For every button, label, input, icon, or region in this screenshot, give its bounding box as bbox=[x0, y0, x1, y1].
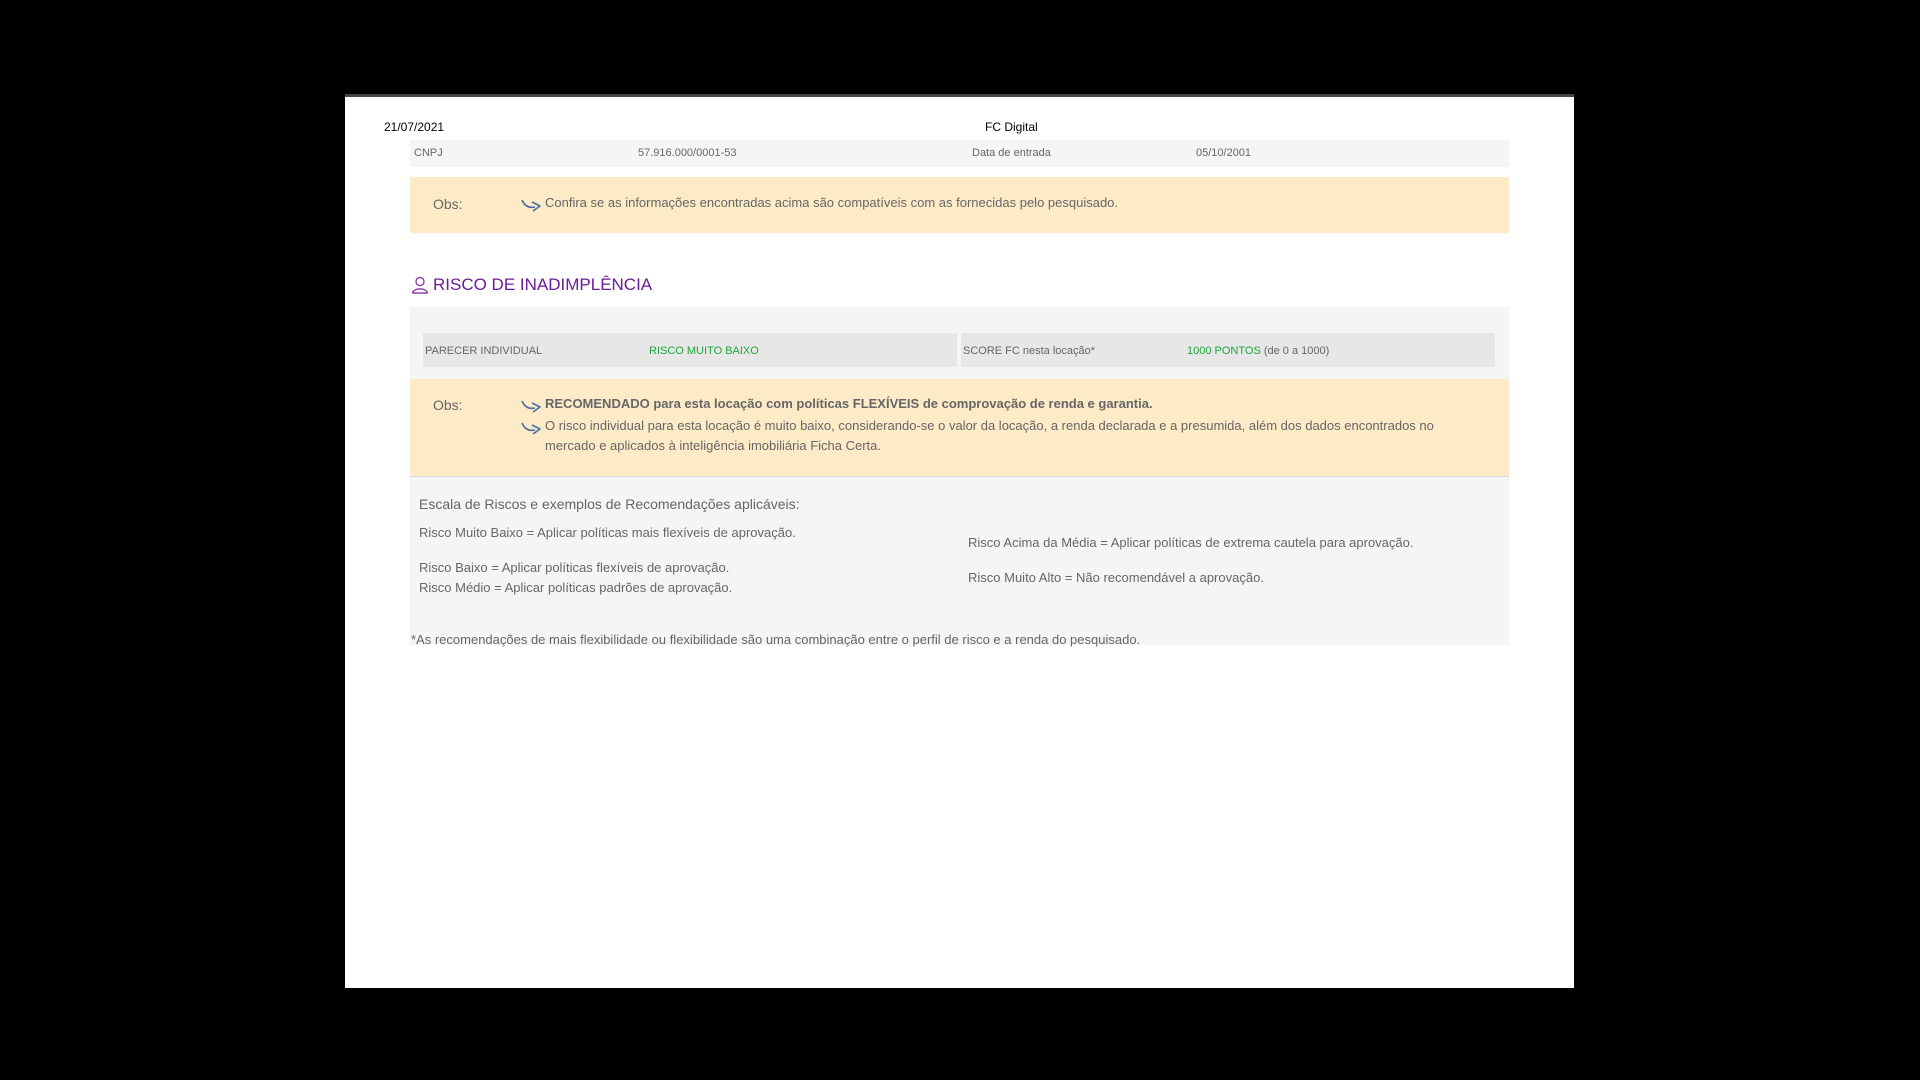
score-range: (de 0 a 1000) bbox=[1263, 345, 1330, 357]
scale-muito-baixo: Risco Muito Baixo = Aplicar políticas ma… bbox=[419, 525, 796, 540]
score-label: SCORE FC nesta locação* bbox=[963, 345, 1096, 357]
footnote: *As recomendações de mais flexibilidade … bbox=[411, 632, 1141, 647]
risk-scale-title: Escala de Riscos e exemplos de Recomenda… bbox=[419, 496, 800, 512]
scale-baixo: Risco Baixo = Aplicar políticas flexívei… bbox=[419, 560, 730, 575]
score-value-wrap: 1000 PONTOS (de 0 a 1000) bbox=[1187, 345, 1329, 357]
curved-arrow-icon bbox=[521, 400, 541, 413]
section-title-risk: RISCO DE INADIMPLÊNCIA bbox=[410, 275, 652, 295]
parecer-value: RISCO MUITO BAIXO bbox=[649, 345, 759, 357]
obs-box-confirm: Obs: Confira se as informações encontrad… bbox=[410, 177, 1509, 233]
score-value: 1000 PONTOS bbox=[1187, 345, 1261, 357]
entry-date-label: Data de entrada bbox=[972, 147, 1051, 159]
risk-explanation-line2: mercado e aplicados à inteligência imobi… bbox=[545, 438, 882, 453]
recommendation-text: RECOMENDADO para esta locação com políti… bbox=[545, 396, 1153, 411]
user-icon bbox=[411, 276, 429, 294]
cnpj-value: 57.916.000/0001-53 bbox=[638, 147, 737, 159]
obs-text: Confira se as informações encontradas ac… bbox=[545, 195, 1119, 210]
parecer-individual-field: PARECER INDIVIDUAL RISCO MUITO BAIXO bbox=[423, 333, 957, 367]
obs-label: Obs: bbox=[433, 397, 463, 413]
parecer-label: PARECER INDIVIDUAL bbox=[425, 345, 543, 357]
score-field: SCORE FC nesta locação* 1000 PONTOS (de … bbox=[961, 333, 1495, 367]
scale-acima-media: Risco Acima da Média = Aplicar políticas… bbox=[968, 535, 1414, 550]
scale-muito-alto: Risco Muito Alto = Não recomendável a ap… bbox=[968, 570, 1264, 585]
risk-explanation-line1: O risco individual para esta locação é m… bbox=[545, 418, 1434, 433]
header-title: FC Digital bbox=[985, 120, 1038, 134]
company-id-row: CNPJ 57.916.000/0001-53 Data de entrada … bbox=[410, 140, 1509, 167]
risk-title: RISCO DE INADIMPLÊNCIA bbox=[433, 275, 653, 294]
cnpj-label: CNPJ bbox=[414, 147, 443, 159]
header-date: 21/07/2021 bbox=[384, 120, 445, 134]
curved-arrow-icon bbox=[521, 199, 541, 212]
obs-box-recommendation: Obs: RECOMENDADO para esta locação com p… bbox=[410, 379, 1509, 477]
scale-medio: Risco Médio = Aplicar políticas padrões … bbox=[419, 580, 733, 595]
obs-label: Obs: bbox=[433, 196, 463, 212]
document-page: 21/07/2021 FC Digital CNPJ 57.916.000/00… bbox=[345, 94, 1574, 988]
curved-arrow-icon bbox=[521, 422, 541, 435]
entry-date-value: 05/10/2001 bbox=[1196, 147, 1252, 159]
